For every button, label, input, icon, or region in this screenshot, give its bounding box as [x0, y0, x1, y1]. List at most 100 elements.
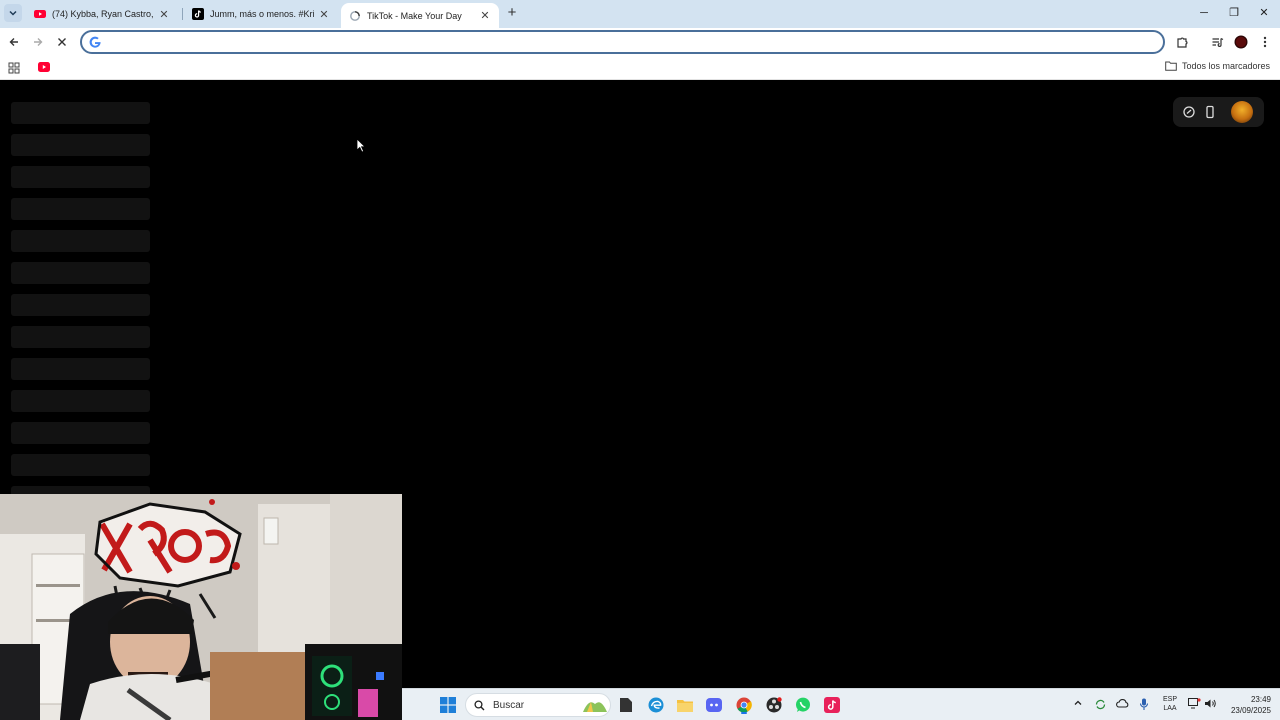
more-vertical-icon — [1263, 36, 1267, 48]
taskbar-app-discord[interactable] — [704, 695, 724, 715]
chevron-down-icon — [9, 10, 17, 16]
file-icon — [620, 698, 632, 712]
tray-network-icon[interactable] — [1187, 698, 1201, 712]
tiktok-icon — [824, 697, 840, 713]
avatar-icon — [1234, 35, 1248, 49]
tab-tiktok-video[interactable]: Jumm, más o menos. #KrisR #W ✕ — [184, 2, 338, 26]
tiktok-icon — [192, 8, 204, 20]
loading-icon — [350, 10, 360, 21]
screen: (74) Kybba, Ryan Castro, Sean P ✕ Jumm, … — [0, 0, 1280, 720]
sync-icon — [1095, 699, 1105, 710]
tray-volume-icon[interactable] — [1203, 698, 1217, 712]
edge-icon — [648, 697, 664, 713]
tab-title: (74) Kybba, Ryan Castro, Sean P — [52, 9, 154, 19]
all-bookmarks-button[interactable]: Todos los marcadores — [1165, 61, 1270, 71]
media-controls-button[interactable] — [1209, 34, 1225, 50]
whatsapp-icon — [796, 697, 810, 712]
top-right-actions — [1173, 97, 1264, 127]
sidebar-skeleton-item — [11, 454, 150, 476]
close-icon[interactable]: ✕ — [158, 8, 170, 21]
restore-icon[interactable]: ❐ — [1227, 5, 1241, 21]
start-button[interactable] — [438, 695, 458, 715]
tab-tiktok-active[interactable]: TikTok - Make Your Day ✕ — [341, 3, 499, 28]
user-avatar[interactable] — [1231, 101, 1253, 123]
search-placeholder: Buscar — [493, 699, 525, 711]
close-icon[interactable]: ✕ — [479, 9, 491, 22]
taskbar-app-edge[interactable] — [646, 695, 666, 715]
extensions-button[interactable] — [1174, 34, 1190, 50]
obs-icon — [766, 697, 782, 713]
sidebar-skeleton-item — [11, 134, 150, 156]
sidebar-skeleton-item — [11, 326, 150, 348]
tab-title: Jumm, más o menos. #KrisR #W — [210, 9, 314, 19]
sidebar-skeleton-item — [11, 166, 150, 188]
windows-taskbar: Buscar ESP LAA 23:49 23/09/2025 — [402, 688, 1280, 720]
mouse-cursor-icon — [356, 138, 366, 153]
tab-title: TikTok - Make Your Day — [367, 10, 462, 21]
forward-button[interactable] — [30, 34, 46, 50]
sidebar-skeleton-item — [11, 102, 150, 124]
back-button[interactable] — [6, 34, 22, 50]
sidebar-skeleton-item — [11, 390, 150, 412]
running-indicator — [741, 712, 747, 714]
taskbar-app-explorer[interactable] — [675, 695, 695, 715]
address-input[interactable] — [108, 34, 1148, 50]
taskbar-app-whatsapp[interactable] — [793, 695, 813, 715]
clock-time: 23:49 — [1250, 695, 1271, 704]
playlist-icon — [1212, 37, 1223, 47]
cloud-icon — [1115, 699, 1128, 708]
tab-youtube[interactable]: (74) Kybba, Ryan Castro, Sean P ✕ — [26, 2, 178, 26]
youtube-icon — [34, 10, 46, 18]
youtube-bookmark-icon[interactable] — [38, 62, 50, 72]
taskbar-app-chrome[interactable] — [734, 695, 754, 715]
puzzle-icon — [1176, 36, 1188, 48]
minimize-icon[interactable]: ─ — [1197, 5, 1211, 21]
tab-strip: (74) Kybba, Ryan Castro, Sean P ✕ Jumm, … — [0, 0, 1280, 28]
tab-separator — [182, 8, 183, 20]
coin-icon[interactable] — [1182, 105, 1196, 119]
input-language[interactable]: ESP LAA — [1160, 695, 1180, 713]
volume-icon — [1204, 699, 1216, 708]
taskbar-app-files[interactable] — [616, 695, 636, 715]
tray-update-icon[interactable] — [1093, 698, 1107, 712]
phone-icon[interactable] — [1203, 105, 1217, 119]
keyboard-layout: LAA — [1163, 705, 1177, 712]
sidebar-skeleton-item — [11, 262, 150, 284]
show-hidden-icons-button[interactable] — [1071, 698, 1085, 712]
close-icon[interactable]: ✕ — [318, 8, 330, 21]
sidebar-skeleton-item — [11, 230, 150, 252]
taskbar-app-tiktok[interactable] — [822, 695, 842, 715]
network-icon — [1187, 698, 1201, 709]
stop-icon — [58, 38, 66, 46]
bookmarks-bar: Todos los marcadores — [0, 56, 1280, 80]
sidebar-skeleton-item — [11, 198, 150, 220]
new-tab-button[interactable]: + — [505, 5, 519, 21]
google-icon — [89, 36, 101, 48]
tab-search-button[interactable] — [4, 4, 22, 22]
taskbar-app-obs[interactable] — [764, 695, 784, 715]
widgets-icon — [583, 702, 607, 712]
language-code: ESP — [1162, 696, 1177, 703]
sidebar-skeleton-item — [11, 294, 150, 316]
sidebar-skeleton-item — [11, 358, 150, 380]
menu-button[interactable] — [1257, 34, 1273, 50]
widgets-button[interactable] — [580, 695, 610, 715]
file-explorer-icon — [677, 700, 693, 712]
stop-loading-button[interactable] — [54, 34, 70, 50]
search-icon — [474, 699, 485, 710]
profile-button[interactable] — [1233, 34, 1249, 50]
address-bar[interactable] — [80, 30, 1165, 54]
chrome-icon — [736, 697, 752, 713]
apps-grid-icon[interactable] — [8, 62, 20, 74]
microphone-icon — [1139, 698, 1149, 710]
discord-icon — [706, 698, 722, 712]
webcam-feed-image — [0, 494, 402, 720]
folder-icon — [1165, 61, 1177, 71]
tray-microphone-icon[interactable] — [1137, 698, 1151, 712]
taskbar-clock[interactable]: 23:49 23/09/2025 — [1225, 694, 1271, 716]
browser-toolbar — [0, 28, 1280, 56]
close-window-icon[interactable]: ✕ — [1257, 5, 1271, 21]
windows-start-icon — [440, 697, 456, 713]
webcam-overlay — [0, 494, 402, 720]
tray-cloud-icon[interactable] — [1115, 698, 1129, 712]
